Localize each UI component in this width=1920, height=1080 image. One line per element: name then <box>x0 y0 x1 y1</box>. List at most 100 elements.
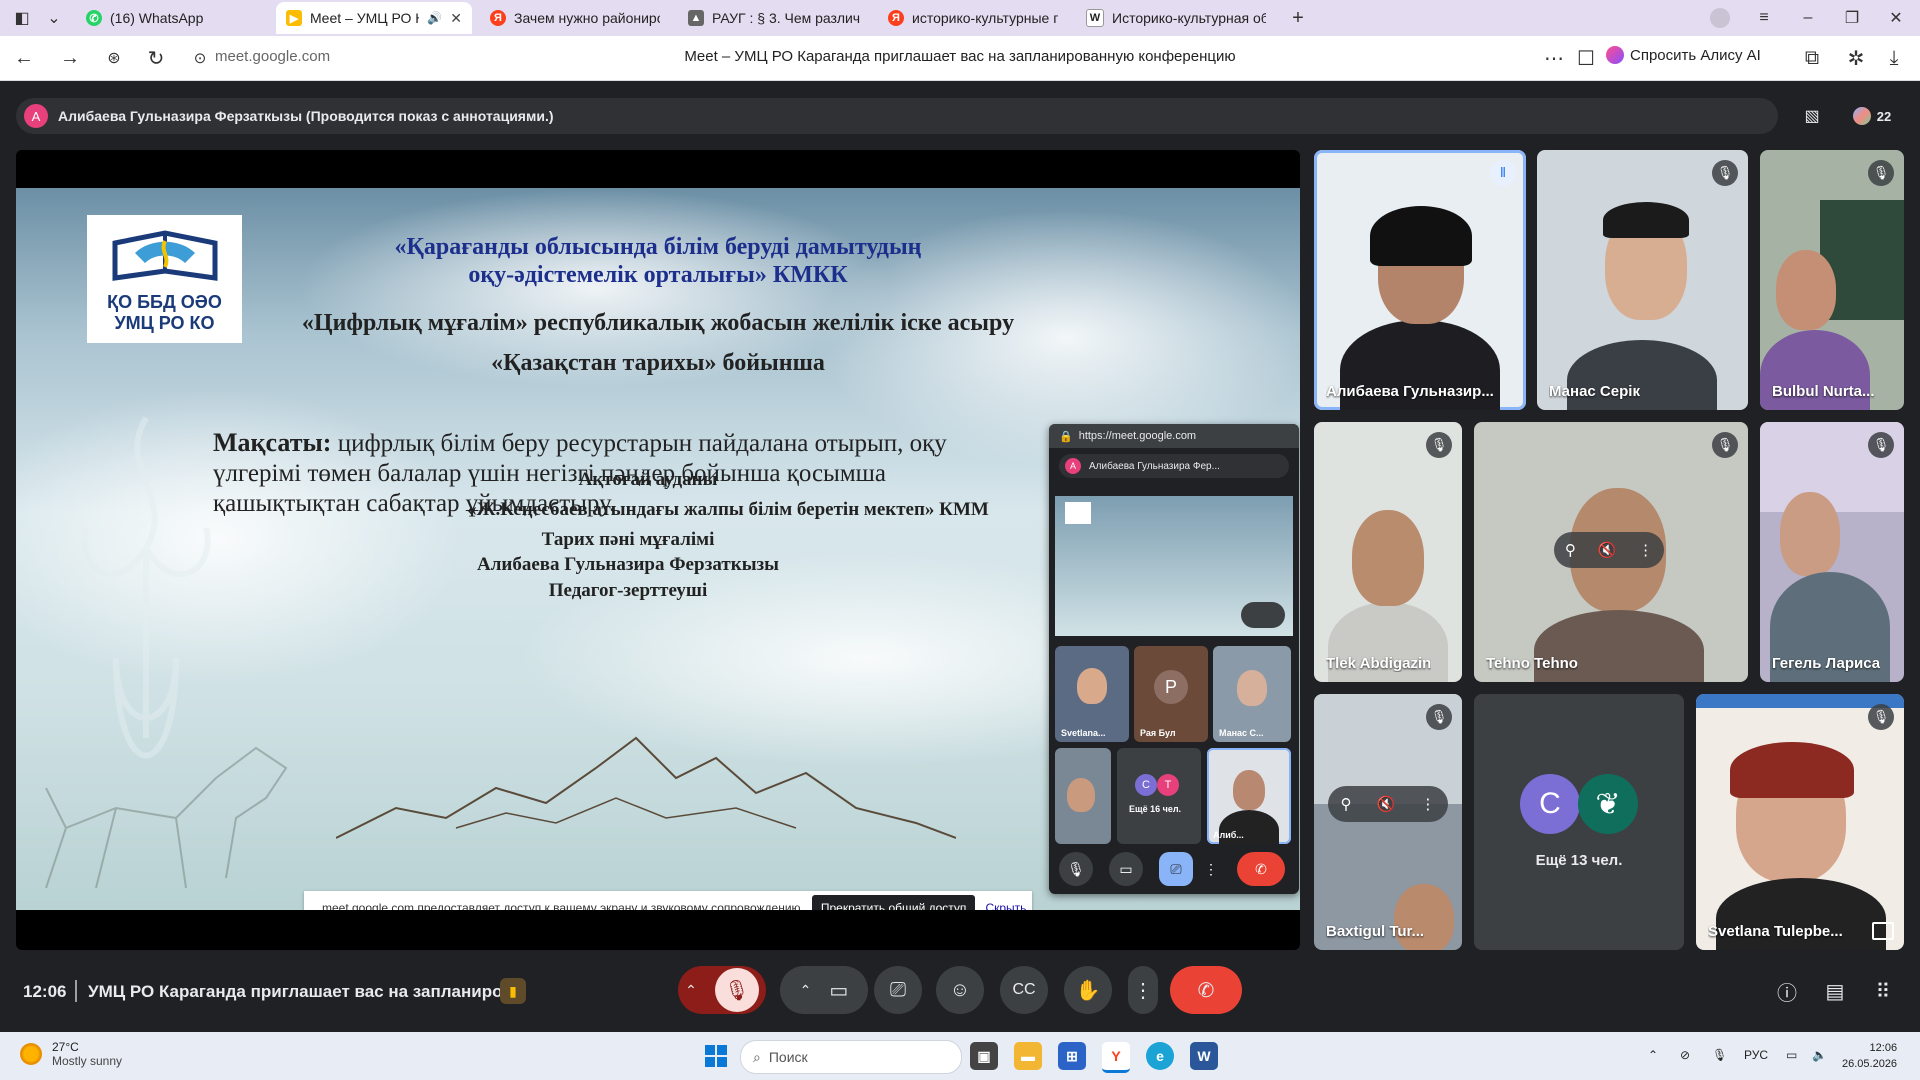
pip-slide-thumbnail <box>1055 496 1293 636</box>
volume-icon[interactable]: 🔈 <box>1812 1048 1827 1062</box>
ask-alice-button[interactable]: Спросить Алису AI <box>1606 46 1761 64</box>
pip-tile <box>1055 748 1111 844</box>
pip-presenter-bar: А Алибаева Гульназира Фер... <box>1059 454 1289 478</box>
tray-chevron-icon[interactable]: ⌃ <box>1648 1048 1658 1062</box>
tab-audio-icon[interactable]: 🔊 <box>427 11 442 25</box>
camera-toggle[interactable]: ⌃ ▭ <box>780 966 868 1014</box>
stop-sharing-button[interactable]: Прекратить общий доступ <box>811 895 976 910</box>
leave-call-button[interactable]: ✆ <box>1170 966 1242 1014</box>
site-info-icon[interactable]: ⊙ <box>186 44 214 72</box>
pip-mic-icon[interactable]: 🎙 <box>1059 852 1093 886</box>
participant-tile[interactable]: 🎙 Tlek Abdigazin <box>1314 422 1462 682</box>
activities-icon[interactable]: ▮ <box>500 978 526 1004</box>
tab-meet[interactable]: ▶ Meet – УМЦ РО Кар 🔊 ✕ <box>276 2 472 34</box>
collections-icon[interactable]: ⧉ <box>1798 44 1826 72</box>
presenter-avatar: А <box>24 104 48 128</box>
participant-avatar-c: С <box>1520 774 1580 834</box>
tab-rayonirovanie[interactable]: Я Зачем нужно районирова <box>480 2 670 34</box>
pip-avatar-r: Р <box>1154 670 1188 704</box>
more-options-button[interactable]: ⋮ <box>1128 966 1158 1014</box>
mute-participant-icon[interactable]: 🔇 <box>1377 795 1396 813</box>
file-explorer-icon[interactable]: ▬ <box>1014 1042 1042 1070</box>
pin-icon[interactable]: ⚲ <box>1565 541 1576 559</box>
close-window-icon[interactable]: ✕ <box>1874 0 1918 36</box>
present-button[interactable]: ⎚ <box>874 966 922 1014</box>
store-icon[interactable]: ⊞ <box>1058 1042 1086 1070</box>
participant-tile[interactable]: 🎙 Манас Серік <box>1537 150 1748 410</box>
task-view-icon[interactable]: ▣ <box>970 1042 998 1070</box>
emoji-button[interactable]: ☺ <box>936 966 984 1014</box>
wikipedia-icon: W <box>1086 9 1104 27</box>
windows-start-icon[interactable] <box>702 1042 730 1070</box>
participant-tile[interactable]: 🎙 Svetlana Tulepbe... <box>1696 694 1904 950</box>
alice-icon <box>1606 46 1624 64</box>
menu-icon[interactable]: ≡ <box>1742 0 1786 36</box>
activities-grid-icon[interactable]: ⠿ <box>1868 976 1898 1006</box>
reload-icon[interactable]: ↻ <box>142 44 170 72</box>
pip-present-icon[interactable]: ⎚ <box>1159 852 1193 886</box>
captions-button[interactable]: CC <box>1000 966 1048 1014</box>
meet-icon: ▶ <box>286 10 302 26</box>
back-icon[interactable]: ← <box>10 44 38 72</box>
participant-tile[interactable]: ⚲ 🔇 ⋮ 🎙 Tehno Tehno <box>1474 422 1748 682</box>
participant-tile[interactable]: ⦀ Алибаева Гульназир... <box>1314 150 1526 410</box>
pin-icon[interactable]: ⚲ <box>1341 795 1352 813</box>
participant-tile[interactable]: 🎙 Bulbul Nurta... <box>1760 150 1904 410</box>
participants-button[interactable]: 22 <box>1840 100 1904 132</box>
meet-pip-window[interactable]: 🔒 https://meet.google.com А Алибаева Гул… <box>1049 424 1299 894</box>
tab-raug[interactable]: ▲ РАУГ : § 3. Чем различаю <box>678 2 870 34</box>
display-icon[interactable]: ▭ <box>1786 1048 1797 1062</box>
new-tab-icon[interactable]: + <box>1282 0 1314 36</box>
pip-leave-call-icon[interactable]: ✆ <box>1237 852 1285 886</box>
participant-tile[interactable]: ⚲ 🔇 ⋮ 🎙 Baxtigul Tur... <box>1314 694 1462 950</box>
tile-more-icon[interactable]: ⋮ <box>1638 541 1653 559</box>
taskbar-clock[interactable]: 12:06 26.05.2026 <box>1842 1040 1897 1072</box>
speaking-indicator-icon: ⦀ <box>1490 160 1516 186</box>
language-indicator[interactable]: РУС <box>1744 1048 1768 1062</box>
close-tab-icon[interactable]: ✕ <box>450 10 462 27</box>
taskbar-search[interactable]: ⌕ Поиск <box>740 1040 962 1074</box>
minimize-icon[interactable]: – <box>1786 0 1830 36</box>
hide-notice-link[interactable]: Скрыть <box>985 901 1026 910</box>
participant-name: Tehno Tehno <box>1486 655 1578 672</box>
participant-tile[interactable]: 🎙 Гегель Лариса <box>1760 422 1904 682</box>
weather-widget[interactable]: 27°C Mostly sunny <box>20 1040 122 1068</box>
raise-hand-button[interactable]: ✋ <box>1064 966 1112 1014</box>
tabs-dropdown-icon[interactable]: ⌄ <box>38 0 70 36</box>
extensions-icon[interactable]: ✲ <box>1842 44 1870 72</box>
downloads-icon[interactable]: ⤓ <box>1880 44 1908 72</box>
forward-icon[interactable]: → <box>56 44 84 72</box>
muted-mic-icon: 🎙 <box>1868 160 1894 186</box>
pip-annotate-button[interactable] <box>1241 602 1285 628</box>
url-text[interactable]: meet.google.com <box>215 48 330 65</box>
chat-icon[interactable]: ▤ <box>1820 976 1850 1006</box>
tab-whatsapp[interactable]: ✆ (16) WhatsApp <box>76 2 266 34</box>
edge-icon[interactable]: e <box>1146 1042 1174 1070</box>
sidebar-toggle-icon[interactable]: ◧ <box>6 0 38 36</box>
presentation-stage: ҚО ББД ОӘО УМЦ РО КО «Қарағанды облысынд… <box>16 150 1300 950</box>
tab-wikipedia[interactable]: W Историко-культурная об <box>1076 2 1276 34</box>
word-icon[interactable]: W <box>1190 1042 1218 1070</box>
yandex-browser-taskbar-icon[interactable]: Y <box>1102 1042 1130 1073</box>
tab-istoriko-kulturnye[interactable]: Я историко-культурные пр <box>878 2 1068 34</box>
camera-options-chevron-icon[interactable]: ⌃ <box>800 982 812 999</box>
yandex-browser-icon[interactable]: ⊛ <box>100 44 128 72</box>
mute-participant-icon[interactable]: 🔇 <box>1598 541 1617 559</box>
tile-more-icon[interactable]: ⋮ <box>1420 795 1435 813</box>
hide-presentation-icon[interactable]: ▧ <box>1796 100 1828 132</box>
microphone-toggle[interactable]: ⌃ 🎙 <box>678 966 766 1014</box>
restore-icon[interactable]: ❐ <box>1830 0 1874 36</box>
pip-camera-icon[interactable]: ▭ <box>1109 852 1143 886</box>
participant-more-tile[interactable]: С ❦ Ещё 13 чел. <box>1474 694 1684 950</box>
pip-more-icon[interactable]: ⋮ <box>1201 852 1221 886</box>
mic-options-chevron-icon[interactable]: ⌃ <box>685 982 697 999</box>
meeting-info-icon[interactable]: ⓘ <box>1772 976 1802 1006</box>
more-icon[interactable]: ⋯ <box>1540 44 1568 72</box>
profile-avatar[interactable] <box>1710 8 1730 28</box>
tray-mic-icon[interactable]: 🎙 <box>1712 1048 1727 1062</box>
pip-badge-icon <box>1872 922 1894 940</box>
bookmark-icon[interactable]: ☐ <box>1572 44 1600 72</box>
presenter-text: Алибаева Гульназира Ферзаткызы (Проводит… <box>58 108 554 124</box>
network-icon[interactable]: ⊘ <box>1680 1048 1690 1062</box>
pip-url: https://meet.google.com <box>1078 430 1197 442</box>
